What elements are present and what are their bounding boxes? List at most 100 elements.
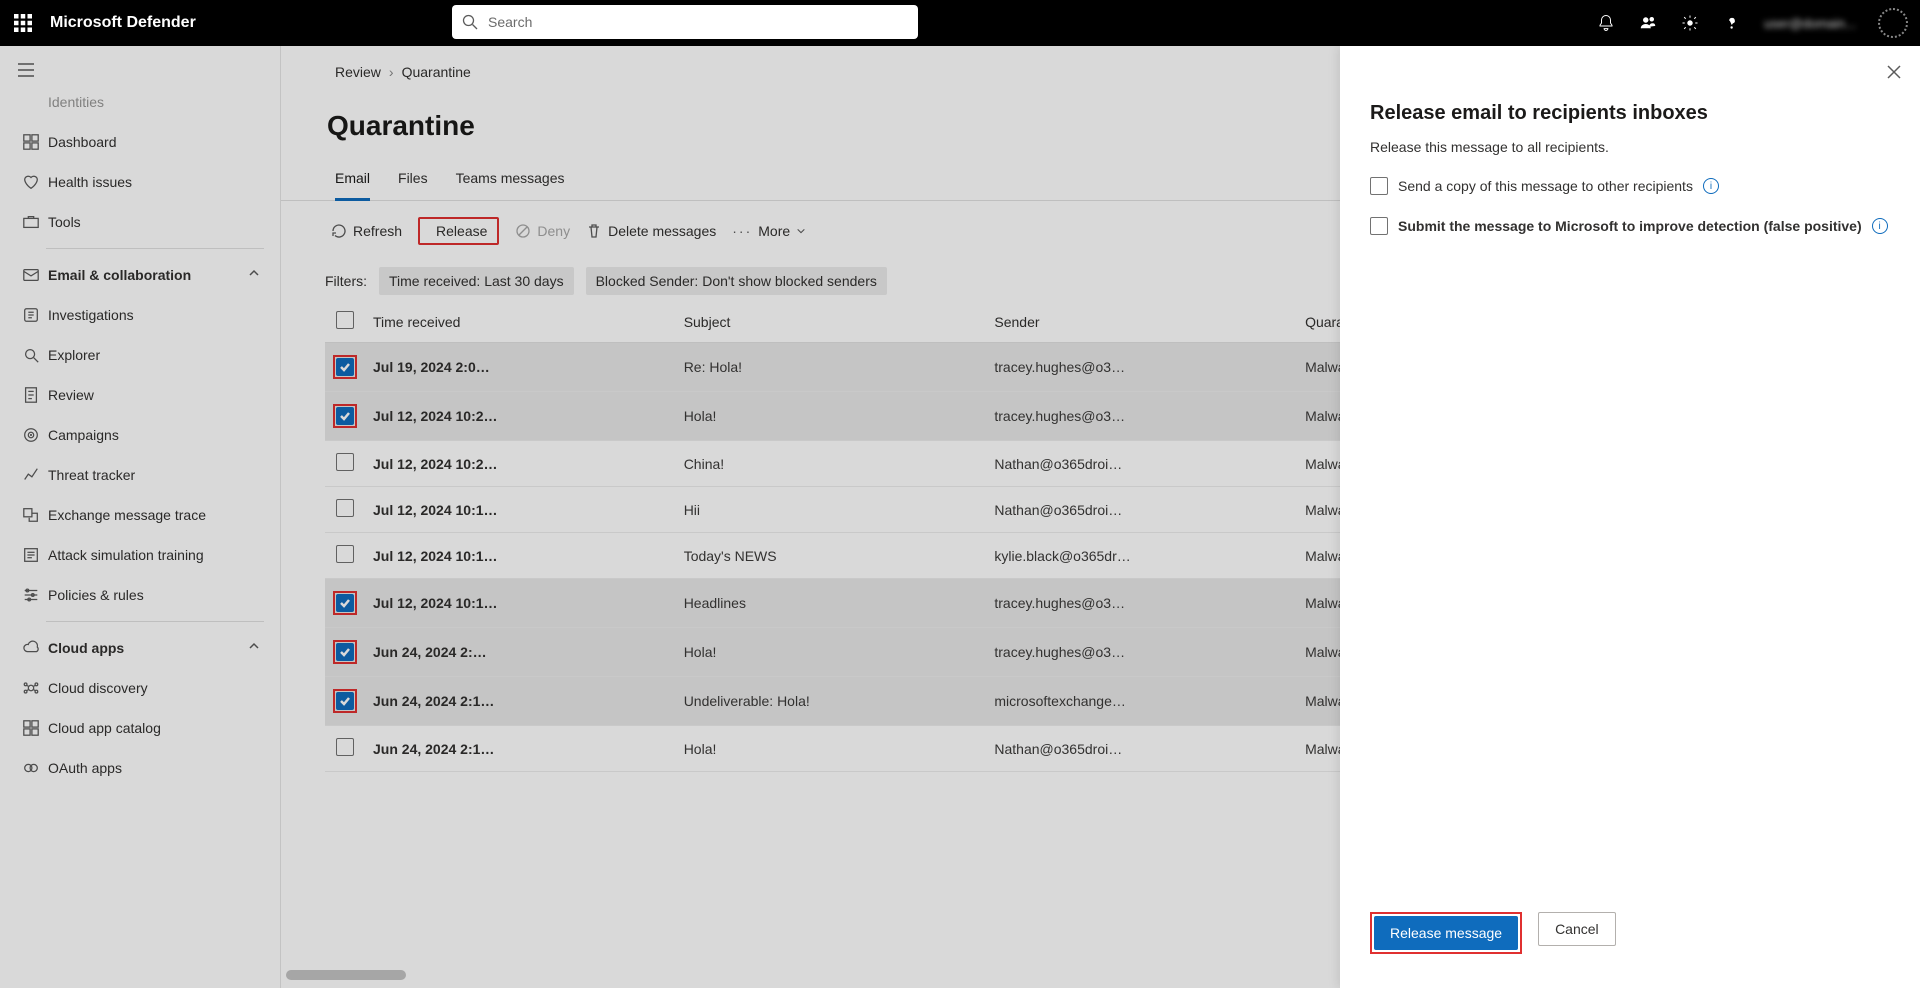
mail-icon — [16, 266, 46, 284]
option-submit-microsoft[interactable]: Submit the message to Microsoft to impro… — [1340, 195, 1920, 235]
cell-time: Jul 12, 2024 10:1… — [365, 533, 676, 579]
nav-separator — [46, 248, 264, 249]
checkbox[interactable] — [1370, 177, 1388, 195]
nav-icon — [16, 546, 46, 564]
delete-button[interactable]: Delete messages — [586, 223, 716, 239]
sidebar-item-cloud-app-catalog[interactable]: Cloud app catalog — [0, 708, 280, 748]
sidebar-item-policies-rules[interactable]: Policies & rules — [0, 575, 280, 615]
nav-icon — [16, 506, 46, 524]
help-icon[interactable] — [1722, 13, 1742, 33]
settings-icon[interactable] — [1680, 13, 1700, 33]
sidebar-section-cloud[interactable]: Cloud apps — [0, 628, 280, 668]
cell-time: Jul 19, 2024 2:0… — [365, 343, 676, 392]
nav-icon — [16, 586, 46, 604]
chevron-right-icon: › — [389, 64, 394, 80]
cancel-button[interactable]: Cancel — [1538, 912, 1616, 946]
sidebar-item-dashboard[interactable]: Dashboard — [0, 122, 280, 162]
col-sender[interactable]: Sender — [986, 301, 1297, 343]
release-panel: Release email to recipients inboxes Rele… — [1340, 46, 1920, 988]
row-checkbox[interactable] — [336, 738, 354, 756]
release-message-highlight: Release message — [1370, 912, 1522, 954]
search-placeholder: Search — [488, 14, 532, 30]
release-button[interactable]: Release — [418, 217, 499, 245]
tab-files[interactable]: Files — [398, 170, 428, 200]
user-label: user@domain... — [1764, 16, 1856, 31]
nav-icon — [16, 759, 46, 777]
cell-sender: Nathan@o365droi… — [986, 487, 1297, 533]
row-checkbox[interactable] — [336, 545, 354, 563]
close-button[interactable] — [1886, 64, 1902, 85]
row-checkbox[interactable] — [336, 407, 354, 425]
sidebar-item-explorer[interactable]: Explorer — [0, 335, 280, 375]
nav-icon — [16, 386, 46, 404]
info-icon[interactable]: i — [1703, 178, 1719, 194]
nav-separator — [46, 621, 264, 622]
cell-sender: tracey.hughes@o3… — [986, 343, 1297, 392]
tab-teams[interactable]: Teams messages — [456, 170, 565, 200]
horizontal-scrollbar[interactable] — [284, 970, 924, 984]
option-send-copy[interactable]: Send a copy of this message to other rec… — [1340, 155, 1920, 195]
sidebar-item-threat-tracker[interactable]: Threat tracker — [0, 455, 280, 495]
nav-icon — [16, 346, 46, 364]
cell-sender: tracey.hughes@o3… — [986, 392, 1297, 441]
more-button[interactable]: ··· More — [732, 223, 806, 239]
sidebar-section-email[interactable]: Email & collaboration — [0, 255, 280, 295]
cell-time: Jul 12, 2024 10:2… — [365, 441, 676, 487]
sidebar-item-cloud-discovery[interactable]: Cloud discovery — [0, 668, 280, 708]
cell-time: Jun 24, 2024 2:1… — [365, 677, 676, 726]
sidebar-item-tools[interactable]: Tools — [0, 202, 280, 242]
search-input[interactable]: Search — [452, 5, 918, 39]
row-checkbox[interactable] — [336, 594, 354, 612]
cell-sender: Nathan@o365droi… — [986, 726, 1297, 772]
cell-time: Jun 24, 2024 2:1… — [365, 726, 676, 772]
refresh-button[interactable]: Refresh — [331, 223, 402, 239]
sidebar-item-campaigns[interactable]: Campaigns — [0, 415, 280, 455]
cell-sender: kylie.black@o365dr… — [986, 533, 1297, 579]
breadcrumb-quarantine: Quarantine — [402, 64, 471, 80]
sidebar-item-oauth-apps[interactable]: OAuth apps — [0, 748, 280, 788]
cell-subject: Hola! — [676, 628, 987, 677]
sidebar-item-attack-simulation-training[interactable]: Attack simulation training — [0, 535, 280, 575]
row-checkbox[interactable] — [336, 692, 354, 710]
filter-time[interactable]: Time received: Last 30 days — [379, 267, 574, 295]
avatar[interactable] — [1878, 8, 1908, 38]
cell-subject: Hola! — [676, 392, 987, 441]
cell-subject: Re: Hola! — [676, 343, 987, 392]
sidebar-item-identities[interactable]: Identities — [0, 82, 280, 122]
nav-icon — [16, 719, 46, 737]
sidebar-item-exchange-message-trace[interactable]: Exchange message trace — [0, 495, 280, 535]
cell-subject: Hola! — [676, 726, 987, 772]
panel-footer: Release message Cancel — [1340, 912, 1920, 954]
sidebar-item-investigations[interactable]: Investigations — [0, 295, 280, 335]
cell-time: Jul 12, 2024 10:1… — [365, 579, 676, 628]
tab-email[interactable]: Email — [335, 170, 370, 201]
nav-icon — [16, 679, 46, 697]
cell-subject: Headlines — [676, 579, 987, 628]
sidebar-item-health-issues[interactable]: Health issues — [0, 162, 280, 202]
col-subject[interactable]: Subject — [676, 301, 987, 343]
filter-blocked[interactable]: Blocked Sender: Don't show blocked sende… — [586, 267, 887, 295]
cell-sender: tracey.hughes@o3… — [986, 628, 1297, 677]
top-bar: Microsoft Defender Search user@domain... — [0, 0, 1920, 46]
row-checkbox[interactable] — [336, 499, 354, 517]
app-launcher[interactable] — [0, 0, 46, 46]
row-checkbox[interactable] — [336, 358, 354, 376]
select-all-checkbox[interactable] — [336, 311, 354, 329]
checkbox[interactable] — [1370, 217, 1388, 235]
cell-time: Jul 12, 2024 10:1… — [365, 487, 676, 533]
sidebar-item-review[interactable]: Review — [0, 375, 280, 415]
row-checkbox[interactable] — [336, 643, 354, 661]
cell-subject: Hii — [676, 487, 987, 533]
deny-button[interactable]: Deny — [515, 223, 570, 239]
community-icon[interactable] — [1638, 13, 1658, 33]
cell-sender: microsoftexchange… — [986, 677, 1297, 726]
nav-icon — [16, 466, 46, 484]
info-icon[interactable]: i — [1872, 218, 1888, 234]
cell-time: Jun 24, 2024 2:… — [365, 628, 676, 677]
breadcrumb-review[interactable]: Review — [335, 64, 381, 80]
row-checkbox[interactable] — [336, 453, 354, 471]
release-message-button[interactable]: Release message — [1374, 916, 1518, 950]
col-time[interactable]: Time received — [365, 301, 676, 343]
notifications-icon[interactable] — [1596, 13, 1616, 33]
chevron-up-icon — [248, 639, 260, 657]
